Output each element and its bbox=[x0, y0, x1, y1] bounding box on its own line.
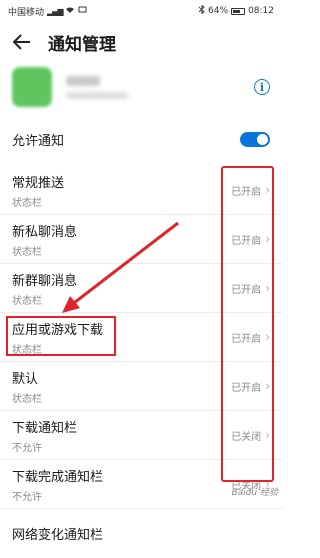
chevron-right-icon: › bbox=[265, 330, 270, 344]
item-subtitle: 状态栏 bbox=[12, 295, 42, 307]
item-subtitle: 状态栏 bbox=[12, 197, 42, 209]
allow-notifications-toggle[interactable] bbox=[240, 131, 270, 147]
item-subtitle: 状态栏 bbox=[12, 344, 42, 356]
chevron-right-icon: › bbox=[265, 232, 270, 246]
battery-icon bbox=[231, 7, 246, 15]
status-bar: 中国移动 ▂▄▆ 64% 08:12 bbox=[0, 0, 282, 22]
list-item[interactable]: 应用或游戏下载 状态栏 已开启 › bbox=[0, 313, 282, 362]
chevron-right-icon: › bbox=[265, 281, 270, 295]
signal-icon: ▂▄▆ bbox=[47, 6, 64, 16]
allow-notifications-row[interactable]: 允许通知 bbox=[0, 120, 282, 158]
info-icon[interactable]: i bbox=[254, 79, 270, 95]
chevron-right-icon: › bbox=[265, 428, 270, 442]
item-title: 常规推送 bbox=[12, 175, 65, 191]
item-status: 已开启 bbox=[231, 186, 262, 198]
status-right: 64% 08:12 bbox=[198, 4, 274, 17]
item-status: 已关闭 bbox=[231, 431, 262, 443]
list-item[interactable]: 常规推送 状态栏 已开启 › bbox=[0, 166, 282, 215]
status-left: 中国移动 ▂▄▆ bbox=[8, 5, 87, 18]
watermark: Baidu 经验 bbox=[231, 488, 278, 498]
carrier-label: 中国移动 bbox=[8, 7, 45, 18]
notification-channel-list: 常规推送 状态栏 已开启 › 新私聊消息 状态栏 已开启 › 新群聊消息 状态栏… bbox=[0, 166, 282, 558]
item-title: 下载完成通知栏 bbox=[12, 469, 104, 485]
list-item[interactable]: 下载通知栏 不允许 已关闭 › bbox=[0, 411, 282, 460]
list-item[interactable]: 默认 状态栏 已开启 › bbox=[0, 362, 282, 411]
app-info-row: i bbox=[0, 62, 282, 112]
header: 通知管理 bbox=[0, 22, 282, 62]
battery-percent: 64% bbox=[208, 6, 229, 16]
list-item[interactable]: 新群聊消息 状态栏 已开启 › bbox=[0, 264, 282, 313]
heart-icon bbox=[78, 6, 87, 17]
list-item[interactable]: 新私聊消息 状态栏 已开启 › bbox=[0, 215, 282, 264]
chevron-right-icon: › bbox=[265, 379, 270, 393]
item-subtitle: 不允许 bbox=[12, 491, 42, 503]
item-title: 网络变化通知栏 bbox=[12, 528, 104, 543]
item-title: 应用或游戏下载 bbox=[12, 322, 104, 338]
item-status: 已开启 bbox=[231, 333, 262, 345]
clock: 08:12 bbox=[248, 6, 274, 16]
list-item[interactable]: 网络变化通知栏 bbox=[0, 509, 282, 558]
back-arrow-icon[interactable] bbox=[12, 32, 32, 52]
item-subtitle: 不允许 bbox=[12, 442, 42, 454]
item-status: 已开启 bbox=[231, 235, 262, 247]
page-title: 通知管理 bbox=[48, 34, 116, 55]
wifi-icon bbox=[65, 6, 75, 17]
item-title: 新私聊消息 bbox=[12, 224, 78, 240]
app-icon bbox=[12, 67, 52, 107]
section-divider bbox=[0, 112, 282, 120]
item-subtitle: 状态栏 bbox=[12, 393, 42, 405]
item-title: 新群聊消息 bbox=[12, 273, 78, 289]
item-title: 默认 bbox=[12, 371, 39, 387]
chevron-right-icon: › bbox=[265, 183, 270, 197]
allow-notifications-label: 允许通知 bbox=[12, 133, 65, 149]
item-subtitle: 状态栏 bbox=[12, 246, 42, 258]
bluetooth-icon bbox=[198, 4, 205, 17]
item-status: 已开启 bbox=[231, 284, 262, 296]
app-name-blurred bbox=[66, 75, 128, 99]
item-status: 已开启 bbox=[231, 382, 262, 394]
item-title: 下载通知栏 bbox=[12, 420, 78, 436]
